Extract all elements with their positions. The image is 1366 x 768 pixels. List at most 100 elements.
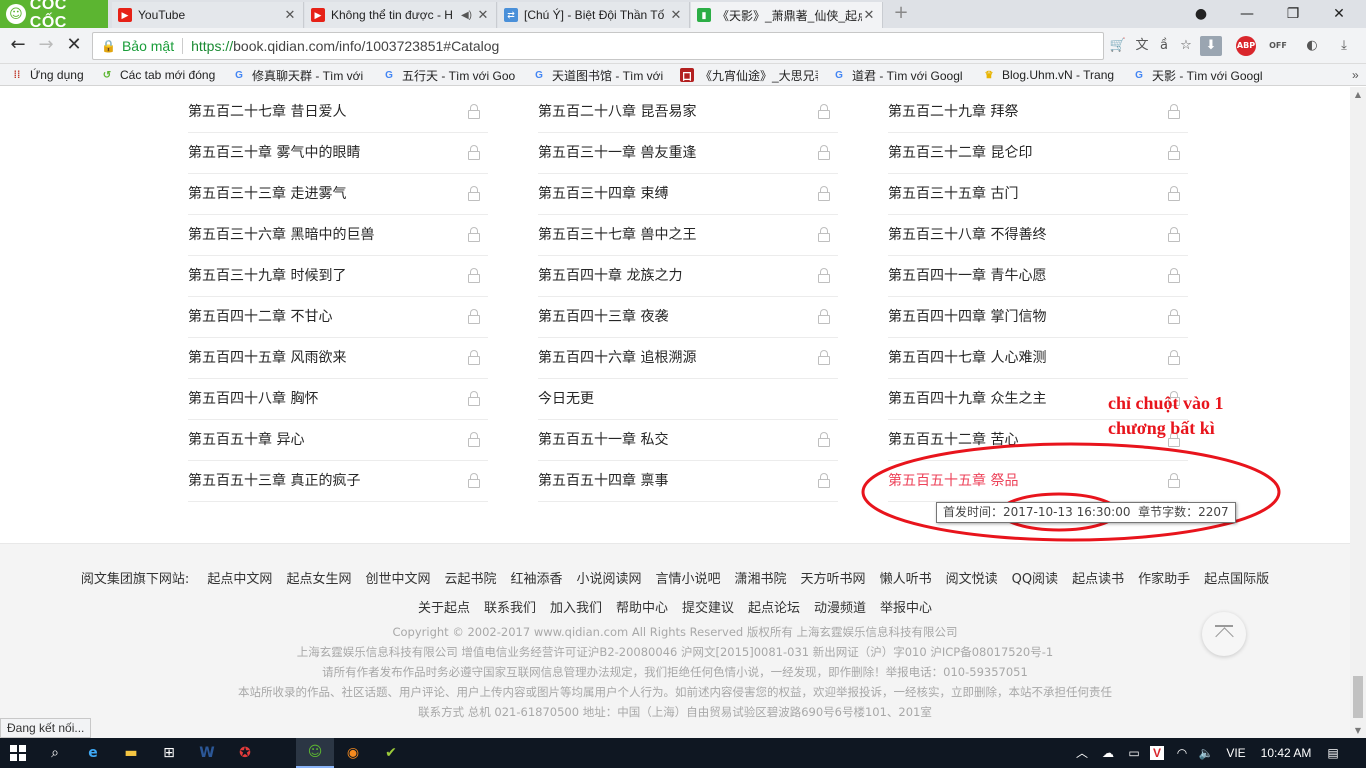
download-icon[interactable]: ⬇ [1200,36,1222,56]
contact-text: 联系方式 总机 021-61870500 地址：中国（上海）自由贸易试验区碧波路… [418,705,932,719]
back-to-top-button[interactable] [1202,612,1246,656]
google-icon: G [235,69,243,81]
close-window-button[interactable]: ✕ [1316,0,1362,28]
about-link[interactable]: 起点论坛 [748,601,800,616]
coccoc-taskbar-icon[interactable]: ☺ [296,738,334,768]
group-site-link[interactable]: 起点读书 [1072,572,1124,587]
clock[interactable]: 10:42 AM [1254,738,1318,768]
off-extension-icon[interactable]: OFF [1268,36,1288,56]
stop-button[interactable]: ✕ [62,33,86,57]
tab-forum[interactable]: ⇄ [Chú Ý] - Biệt Đội Thần Tố ✕ [498,2,690,28]
about-link[interactable]: 帮助中心 [616,601,668,616]
group-site-link[interactable]: 起点中文网 [207,572,272,587]
forward-button[interactable]: → [34,33,58,57]
file-explorer-icon[interactable]: ▬ [112,738,150,768]
copyright-text: Copyright © 2002-2017 www.qidian.com All… [392,625,958,639]
start-button[interactable] [0,738,36,768]
group-site-link[interactable]: 天方听书网 [801,572,866,587]
notifications-icon[interactable]: ▤ [1318,738,1348,768]
scroll-up-icon[interactable]: ▲ [1350,87,1366,103]
bookmark-item[interactable]: G 天影 - Tìm với Googl [1132,67,1266,83]
translate-icon[interactable]: 文 [1132,36,1152,56]
annotation-text: chỉ chuột vào 1 chương bất kì [1108,391,1224,441]
vietnamese-input-icon[interactable]: ầ [1154,36,1174,56]
google-icon: G [1135,69,1143,81]
bookmark-item[interactable]: ♛ Blog.Uhm.vN - Trang [982,67,1116,83]
new-tab-button[interactable]: + [892,4,910,22]
checkmark-app-icon[interactable]: ✔ [372,738,410,768]
close-icon[interactable]: ✕ [669,7,683,23]
page-scrollbar[interactable]: ▲ ▼ [1350,87,1366,739]
group-site-link[interactable]: 懒人听书 [880,572,932,587]
about-link[interactable]: 关于起点 [418,601,470,616]
group-site-link[interactable]: 阅文悦读 [946,572,998,587]
lock-icon: 🔒 [101,39,116,53]
group-site-link[interactable]: 起点女生网 [286,572,351,587]
group-site-link[interactable]: QQ阅读 [1012,572,1058,587]
wifi-icon[interactable]: ◠ [1170,738,1194,768]
shopping-cart-icon[interactable]: 🛒 [1108,36,1128,56]
address-bar[interactable]: 🔒 Bảo mật https:// book.qidian.com/info/… [92,32,1104,60]
vietnamese-ime-icon[interactable]: V [1146,738,1168,768]
edge-icon[interactable]: e [74,738,112,768]
language-indicator[interactable]: VIE [1220,738,1252,768]
cookie-extension-icon[interactable]: ◐ [1302,36,1322,56]
bookmark-star-icon[interactable]: ☆ [1176,36,1196,56]
annotation-ellipse-large [861,442,1281,542]
group-site-link[interactable]: 潇湘书院 [735,572,787,587]
close-icon[interactable]: ✕ [283,7,297,23]
bookmark-apps[interactable]: ⁞⁞ Ứng dụng [10,67,90,83]
group-site-link[interactable]: 创世中文网 [365,572,430,587]
group-site-link[interactable]: 云起书院 [444,572,496,587]
qidian-icon: ▮ [697,8,711,22]
group-site-link[interactable]: 作家助手 [1138,572,1190,587]
profile-icon[interactable]: ● [1178,0,1224,28]
coccoc-menu-button[interactable]: ☺ CỐC CỐC [0,0,108,31]
group-site-link[interactable]: 起点国际版 [1204,572,1269,587]
group-site-link[interactable]: 小说阅读网 [577,572,642,587]
firefox-icon[interactable]: ◉ [334,738,372,768]
app-red-icon[interactable]: ✪ [226,738,264,768]
store-icon[interactable]: ⊞ [150,738,188,768]
close-icon[interactable]: ✕ [476,7,490,23]
bookmark-item[interactable]: G 修真聊天群 - Tìm với [232,67,366,83]
about-link[interactable]: 动漫频道 [814,601,866,616]
scrollbar-thumb[interactable] [1353,676,1363,718]
bookmark-recent-tabs[interactable]: ↺ Các tab mới đóng [100,67,222,83]
word-icon[interactable]: W [188,738,226,768]
scroll-down-icon[interactable]: ▼ [1350,723,1366,739]
tab-qidian[interactable]: ▮ 《天影》_萧鼎著_仙侠_起点 ✕ [691,2,883,28]
tab-youtube[interactable]: ▶ YouTube ✕ [112,2,304,28]
search-icon[interactable]: ⌕ [36,738,74,768]
bookmark-item[interactable]: 口 《九宵仙途》_大思兄著 [680,67,818,83]
restore-button[interactable]: ❐ [1270,0,1316,28]
chevron-up-icon[interactable]: ︿ [1070,738,1094,768]
tab-title: 《天影》_萧鼎著_仙侠_起点 [717,8,862,23]
bookmark-item[interactable]: G 五行天 - Tìm với Goo [382,67,518,83]
app-tray-icon[interactable]: ▭ [1122,738,1146,768]
back-button[interactable]: ← [6,33,30,57]
bookmark-label: Các tab mới đóng [120,68,216,82]
url-text: book.qidian.com/info/1003723851#Catalog [233,38,500,54]
group-site-link[interactable]: 言情小说吧 [656,572,721,587]
volume-icon[interactable]: 🔈 [1194,738,1218,768]
minimize-button[interactable]: — [1224,0,1270,28]
coccoc-logo-icon: ☺ [307,744,323,760]
about-link[interactable]: 提交建议 [682,601,734,616]
adblock-icon[interactable]: ABP [1236,36,1256,56]
more-bookmarks-icon[interactable]: » [1352,67,1364,83]
close-icon[interactable]: ✕ [862,7,876,23]
tab-title: YouTube [138,8,186,22]
about-link[interactable]: 加入我们 [550,601,602,616]
tab-youtube-video[interactable]: ▶ Không thể tin được - H ◀) ✕ [305,2,497,28]
secure-label[interactable]: Bảo mật [122,38,184,54]
onedrive-icon[interactable]: ☁ [1096,738,1120,768]
about-link[interactable]: 举报中心 [880,601,932,616]
speaker-icon[interactable]: ◀) [461,10,472,21]
group-site-link[interactable]: 红袖添香 [510,572,562,587]
bookmark-item[interactable]: G 天道图书馆 - Tìm với [532,67,666,83]
bookmark-item[interactable]: G 道君 - Tìm với Googl [832,67,968,83]
about-link[interactable]: 联系我们 [484,601,536,616]
tab-title: [Chú Ý] - Biệt Đội Thần Tố [524,8,665,22]
downloads-tray-icon[interactable]: ⤓ [1334,36,1354,56]
